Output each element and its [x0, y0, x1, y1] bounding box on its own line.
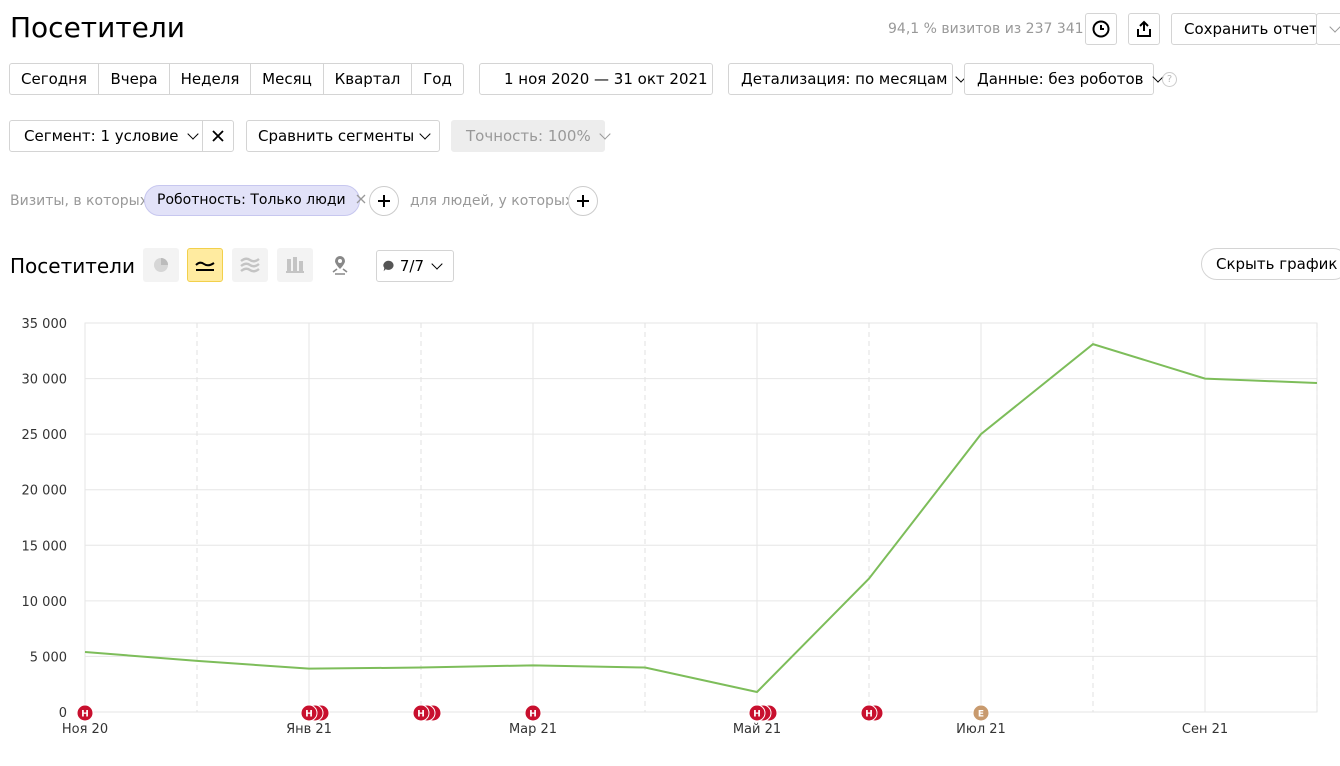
note-marker-label: Н	[753, 710, 761, 720]
history-button[interactable]	[1085, 13, 1117, 45]
y-tick-label: 5 000	[30, 650, 67, 665]
period-week[interactable]: Неделя	[170, 64, 251, 94]
period-month[interactable]: Месяц	[251, 64, 324, 94]
chevron-down-icon	[599, 128, 611, 140]
period-year[interactable]: Год	[412, 64, 463, 94]
add-people-condition-button[interactable]	[568, 186, 598, 216]
plot-area	[84, 322, 1318, 713]
hide-chart-button[interactable]: Скрыть график	[1201, 248, 1340, 280]
x-tick-label: Янв 21	[286, 722, 332, 737]
x-tick-label: Май 21	[733, 722, 781, 737]
export-button[interactable]	[1128, 13, 1160, 45]
period-yesterday[interactable]: Вчера	[99, 64, 170, 94]
chevron-down-icon	[1329, 21, 1340, 33]
x-tick-label: Ноя 20	[62, 722, 108, 737]
x-tick-label: Июл 21	[956, 722, 1006, 737]
period-today[interactable]: Сегодня	[10, 64, 99, 94]
detail-dropdown[interactable]: Детализация: по месяцам	[728, 63, 968, 95]
filter-chip-label: Роботность: Только люди	[157, 192, 346, 208]
note-marker-label: Е	[978, 710, 984, 720]
clock-icon	[1092, 20, 1110, 38]
x-tick-label: Мар 21	[509, 722, 557, 737]
y-tick-label: 10 000	[22, 595, 68, 610]
accuracy-dropdown[interactable]: Точность: 100%	[451, 120, 611, 152]
page-title: Посетители	[10, 11, 185, 44]
line-chart-icon	[195, 261, 215, 271]
note-marker-label: Н	[529, 710, 537, 720]
plus-icon	[577, 195, 589, 207]
save-report-label: Сохранить отчет	[1184, 20, 1318, 38]
note-marker-label: Н	[417, 710, 425, 720]
bar-chart-button[interactable]	[277, 248, 313, 282]
data-label: Данные: без роботов	[977, 70, 1144, 88]
chevron-down-icon	[186, 128, 199, 140]
help-icon[interactable]: ?	[1162, 72, 1177, 87]
line-chart-button[interactable]	[187, 248, 223, 282]
y-tick-label: 25 000	[22, 428, 68, 443]
save-report-button[interactable]: Сохранить отчет	[1171, 13, 1318, 45]
date-range-button[interactable]: 1 ноя 2020 — 31 окт 2021	[479, 63, 713, 95]
chevron-down-icon	[431, 258, 443, 270]
notes-count: 7/7	[399, 257, 424, 275]
map-button[interactable]	[322, 248, 358, 282]
note-marker-label: Н	[81, 710, 89, 720]
close-icon	[212, 130, 224, 142]
segment-clear-button[interactable]	[202, 120, 234, 152]
compare-segments-label: Сравнить сегменты	[258, 127, 415, 145]
save-report-dropdown[interactable]	[1316, 13, 1340, 45]
visits-info: 94,1 % визитов из 237 341	[888, 21, 1084, 37]
y-tick-label: 35 000	[22, 317, 68, 332]
y-tick-label: 30 000	[22, 373, 68, 388]
filter-chip[interactable]: Роботность: Только люди	[144, 185, 366, 216]
bar-chart-icon	[286, 257, 304, 273]
y-tick-label: 15 000	[22, 539, 68, 554]
note-marker-label: Н	[865, 710, 873, 720]
area-chart-icon	[240, 257, 260, 273]
visits-filter-label: Визиты, в которых	[10, 193, 149, 209]
period-selector: Сегодня Вчера Неделя Месяц Квартал Год	[9, 63, 464, 95]
y-tick-label: 0	[59, 706, 67, 721]
people-filter-label: для людей, у которых	[410, 193, 574, 209]
detail-label: Детализация: по месяцам	[741, 70, 948, 88]
visitors-line-chart: 0 5 000 10 000 15 000 20 000 25 000 30 000 35 0…	[22, 317, 1318, 737]
note-marker-label: Н	[305, 710, 313, 720]
segment-label: Сегмент: 1 условие	[24, 127, 179, 145]
accuracy-label: Точность: 100%	[466, 127, 591, 145]
chart-title: Посетители	[10, 254, 135, 278]
share-icon	[1137, 20, 1151, 37]
map-pin-icon	[332, 256, 348, 275]
plus-icon	[378, 195, 390, 207]
data-dropdown[interactable]: Данные: без роботов	[964, 63, 1164, 95]
compare-segments-dropdown[interactable]: Сравнить сегменты	[246, 120, 440, 152]
pie-chart-icon	[154, 258, 168, 272]
area-chart-button[interactable]	[232, 248, 268, 282]
visitors-series-line	[84, 343, 1318, 694]
y-tick-label: 20 000	[22, 484, 68, 499]
chevron-down-icon	[419, 128, 431, 140]
add-visit-condition-button[interactable]	[369, 186, 399, 216]
comment-icon	[383, 260, 394, 272]
notes-dropdown[interactable]: 7/7	[376, 250, 454, 282]
segment-dropdown[interactable]: Сегмент: 1 условие	[9, 120, 203, 152]
hide-chart-label: Скрыть график	[1216, 255, 1338, 273]
pie-chart-button[interactable]	[143, 248, 179, 282]
period-quarter[interactable]: Квартал	[324, 64, 412, 94]
x-tick-label: Сен 21	[1182, 722, 1228, 737]
date-range-label: 1 ноя 2020 — 31 окт 2021	[504, 70, 708, 88]
close-icon[interactable]	[356, 194, 366, 204]
